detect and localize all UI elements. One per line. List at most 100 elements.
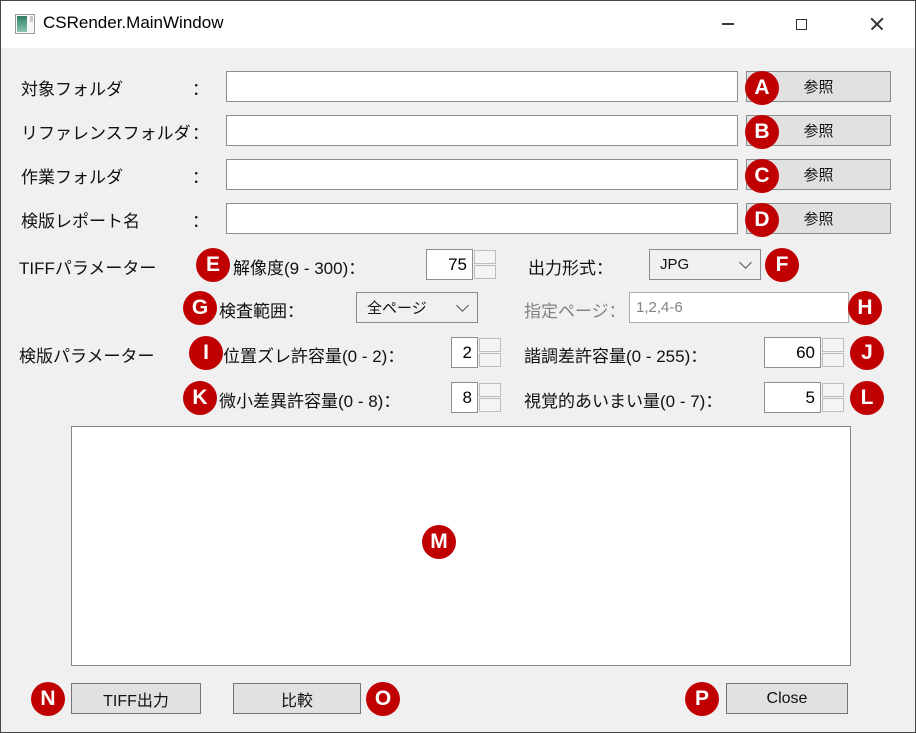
- work-folder-label: 作業フォルダ ：: [21, 163, 209, 188]
- reference-folder-label: リファレンスフォルダ：: [21, 119, 209, 144]
- badge-j: J: [850, 336, 884, 370]
- badge-l: L: [850, 381, 884, 415]
- label-colon: ：: [192, 119, 209, 144]
- label-text: 対象フォルダ: [21, 75, 123, 100]
- chevron-down-icon: [739, 256, 752, 269]
- spin-down-button[interactable]: [822, 398, 844, 412]
- spin-up-button[interactable]: [479, 338, 501, 352]
- badge-o: O: [366, 682, 400, 716]
- badge-g: G: [183, 291, 217, 325]
- spin-up-button[interactable]: [822, 383, 844, 397]
- badge-b: B: [745, 115, 779, 149]
- badge-f: F: [765, 248, 799, 282]
- label-text: 微小差異許容量(0 - 8): [219, 392, 383, 411]
- output-area[interactable]: [71, 426, 851, 666]
- badge-c: C: [745, 159, 779, 193]
- close-icon: [869, 16, 885, 32]
- target-folder-label: 対象フォルダ ：: [21, 75, 209, 100]
- badge-i: I: [189, 336, 223, 370]
- label-colon: ：: [192, 207, 209, 232]
- scan-range-label: 検査範囲：: [219, 297, 304, 322]
- resolution-input[interactable]: [426, 249, 473, 280]
- reference-folder-input[interactable]: [226, 115, 738, 146]
- scan-range-select[interactable]: 全ページ: [356, 292, 478, 323]
- minor-diff-tolerance-spinner: [479, 383, 501, 413]
- tiff-section-label: TIFFパラメーター: [19, 254, 156, 279]
- spin-down-button[interactable]: [479, 353, 501, 367]
- spin-up-button[interactable]: [822, 338, 844, 352]
- page-spec-input[interactable]: [629, 292, 849, 323]
- label-text: 解像度(9 - 300): [233, 259, 348, 278]
- badge-a: A: [745, 71, 779, 105]
- report-name-input[interactable]: [226, 203, 738, 234]
- output-format-label: 出力形式：: [528, 254, 613, 279]
- visual-ambiguity-label: 視覚的あいまい量(0 - 7)：: [524, 387, 722, 412]
- tone-tolerance-label: 諧調差許容量(0 - 255)：: [524, 342, 707, 367]
- minor-diff-tolerance-label: 微小差異許容量(0 - 8)：: [219, 387, 400, 412]
- badge-e: E: [196, 248, 230, 282]
- label-text: 視覚的あいまい量(0 - 7): [524, 392, 705, 411]
- tiff-output-button[interactable]: TIFF出力: [71, 683, 201, 714]
- main-window: CSRender.MainWindow 対象フォルダ： 参照 リファレンスフォル…: [0, 0, 916, 733]
- compare-button[interactable]: 比較: [233, 683, 361, 714]
- label-colon: ：: [609, 302, 626, 321]
- chevron-down-icon: [456, 299, 469, 312]
- badge-d: D: [745, 203, 779, 237]
- app-icon: [15, 14, 35, 34]
- label-text: 諧調差許容量(0 - 255): [524, 347, 690, 366]
- report-name-label: 検版レポート名 ：: [21, 207, 209, 232]
- visual-ambiguity-spinner: [822, 383, 844, 413]
- label-colon: ：: [690, 347, 707, 366]
- position-tolerance-label: 位置ズレ許容量(0 - 2)：: [223, 342, 404, 367]
- position-tolerance-input[interactable]: [451, 337, 478, 368]
- spin-down-button[interactable]: [822, 353, 844, 367]
- spin-up-button[interactable]: [474, 250, 496, 264]
- maximize-icon: [796, 19, 807, 30]
- label-colon: ：: [287, 302, 304, 321]
- combo-value: JPG: [660, 256, 689, 273]
- label-colon: ：: [596, 259, 613, 278]
- tone-tolerance-spinner: [822, 338, 844, 368]
- maximize-button[interactable]: [777, 1, 825, 47]
- label-text: 出力形式: [528, 259, 596, 278]
- badge-m: M: [422, 525, 456, 559]
- work-folder-input[interactable]: [226, 159, 738, 190]
- label-colon: ：: [192, 163, 209, 188]
- label-colon: ：: [192, 75, 209, 100]
- label-text: リファレンスフォルダ: [21, 119, 191, 144]
- page-spec-label: 指定ページ：: [524, 297, 626, 322]
- title-bar: CSRender.MainWindow: [1, 1, 915, 48]
- badge-h: H: [848, 291, 882, 325]
- window-title: CSRender.MainWindow: [43, 13, 223, 33]
- close-window-button[interactable]: [853, 1, 901, 47]
- label-text: 検版レポート名: [21, 207, 140, 232]
- label-colon: ：: [705, 392, 722, 411]
- label-colon: ：: [383, 392, 400, 411]
- visual-ambiguity-input[interactable]: [764, 382, 821, 413]
- minimize-icon: [722, 23, 734, 25]
- target-folder-input[interactable]: [226, 71, 738, 102]
- label-colon: ：: [348, 259, 365, 278]
- resolution-spinner: [474, 250, 496, 280]
- spin-down-button[interactable]: [479, 398, 501, 412]
- resolution-label: 解像度(9 - 300)：: [233, 254, 365, 279]
- tone-tolerance-input[interactable]: [764, 337, 821, 368]
- minimize-button[interactable]: [704, 1, 752, 47]
- label-text: 検査範囲: [219, 302, 287, 321]
- app-icon-image: [17, 16, 27, 32]
- badge-p: P: [685, 682, 719, 716]
- close-button[interactable]: Close: [726, 683, 848, 714]
- label-text: 位置ズレ許容量(0 - 2): [223, 347, 387, 366]
- spin-up-button[interactable]: [479, 383, 501, 397]
- app-icon-notch: [30, 16, 33, 22]
- position-tolerance-spinner: [479, 338, 501, 368]
- badge-n: N: [31, 682, 65, 716]
- spin-down-button[interactable]: [474, 265, 496, 279]
- label-colon: ：: [387, 347, 404, 366]
- label-text: 作業フォルダ: [21, 163, 123, 188]
- label-text: 指定ページ: [524, 302, 609, 321]
- kenpan-section-label: 検版パラメーター: [19, 342, 155, 367]
- output-format-select[interactable]: JPG: [649, 249, 761, 280]
- minor-diff-tolerance-input[interactable]: [451, 382, 478, 413]
- badge-k: K: [183, 381, 217, 415]
